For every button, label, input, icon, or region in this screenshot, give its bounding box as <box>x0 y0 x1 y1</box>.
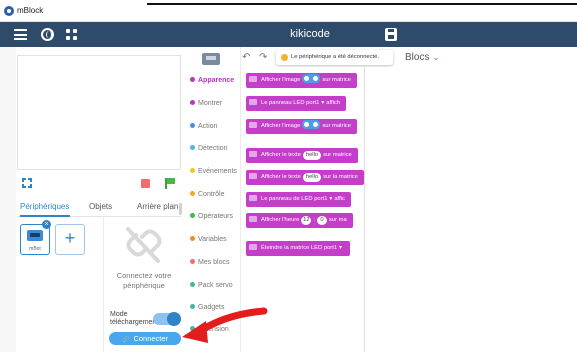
led-matrix-icon <box>249 151 257 157</box>
link-icon: 🔗 <box>121 337 130 343</box>
led-matrix-icon <box>249 122 257 128</box>
category-operateurs[interactable]: Opérateurs <box>190 213 233 220</box>
sprite-tabs: Périphériques Objets Arrière plan <box>17 199 181 217</box>
green-flag-button[interactable] <box>164 178 175 189</box>
device-robot-icon[interactable] <box>202 53 220 65</box>
app-header: kikicode <box>0 22 577 47</box>
stop-button[interactable] <box>141 179 150 188</box>
category-apparence[interactable]: Apparence <box>190 77 234 84</box>
category-dot-icon <box>190 77 195 82</box>
window-titlebar: mBlock <box>0 0 577 22</box>
category-dot-icon <box>190 145 195 150</box>
window-frame-line <box>147 3 577 5</box>
category-mes-blocs[interactable]: Mes blocs <box>190 259 230 266</box>
stage-gutter <box>0 47 16 352</box>
led-matrix-icon <box>249 244 257 250</box>
globe-icon[interactable] <box>41 28 54 41</box>
tab-peripheriques[interactable]: Périphériques <box>20 202 69 211</box>
save-icon[interactable] <box>385 28 397 41</box>
port-dropdown[interactable]: port1 ▾ <box>324 245 344 251</box>
category-dot-icon <box>190 236 195 241</box>
window-title: mBlock <box>17 6 44 15</box>
led-matrix-icon <box>249 76 257 82</box>
fullscreen-icon[interactable] <box>22 178 32 188</box>
link-broken-icon <box>126 227 162 263</box>
block-show-text[interactable]: Afficher le texte hello sur matrice <box>246 148 358 163</box>
toast-message: Le périphérique a été déconnecté. <box>291 54 379 60</box>
port-dropdown[interactable]: port1 ▾ <box>306 100 326 106</box>
script-toolbar: ↶ ↷ Le périphérique a été déconnecté. Bl… <box>241 47 577 67</box>
hour-input[interactable]: 12 <box>301 216 312 225</box>
led-face-input[interactable] <box>302 120 321 129</box>
project-title[interactable]: kikicode <box>280 28 340 40</box>
redo-icon[interactable]: ↷ <box>259 52 267 63</box>
mbot-robot-icon <box>27 230 43 241</box>
active-tab-indicator <box>20 215 70 217</box>
port-dropdown[interactable]: port1 ▾ <box>314 196 334 202</box>
text-input[interactable]: hello <box>302 151 322 160</box>
category-detection[interactable]: Détection <box>190 145 228 152</box>
scrollbar-thumb[interactable] <box>179 203 182 215</box>
connect-button-label: Connecter <box>133 334 169 343</box>
add-device-button[interactable]: + <box>55 224 85 255</box>
undo-icon[interactable]: ↶ <box>242 52 250 63</box>
block-show-image-2[interactable]: Afficher l'image sur matrice <box>246 119 358 134</box>
connect-button[interactable]: 🔗 Connecter <box>109 332 181 345</box>
category-dot-icon <box>190 123 195 128</box>
connect-device-prompt: Connectez votre périphérique <box>116 271 172 290</box>
disconnected-toast: Le périphérique a été déconnecté. <box>276 50 393 65</box>
category-dot-icon <box>190 100 195 105</box>
minute-input[interactable]: 0 <box>317 216 328 225</box>
device-name: mBot <box>29 246 41 252</box>
tab-objets[interactable]: Objets <box>89 202 112 211</box>
block-led-panel-2[interactable]: Le panneau de LED port1 ▾ affic <box>246 192 351 207</box>
category-dot-icon <box>190 168 195 173</box>
text-input[interactable]: hello <box>302 173 322 182</box>
warning-icon <box>281 54 288 61</box>
stage-canvas[interactable] <box>17 55 181 170</box>
chevron-down-icon: ⌄ <box>432 53 440 62</box>
category-dot-icon <box>190 282 195 287</box>
led-matrix-icon <box>249 216 257 222</box>
category-dot-icon <box>190 259 195 264</box>
menu-icon[interactable] <box>14 29 27 40</box>
led-matrix-icon <box>249 99 257 105</box>
red-arrow-icon <box>182 307 268 343</box>
category-pack-servo[interactable]: Pack servo <box>190 282 233 289</box>
block-show-text-2[interactable]: Afficher le texte hello sur la matrice <box>246 170 364 185</box>
led-matrix-icon <box>249 173 257 179</box>
category-evenements[interactable]: Evénements <box>190 168 237 175</box>
block-led-panel[interactable]: Le panneau LED port1 ▾ affich <box>246 96 347 111</box>
category-controle[interactable]: Contrôle <box>190 191 224 198</box>
mblock-logo-icon <box>4 6 14 16</box>
led-matrix-icon <box>249 195 257 201</box>
panel-divider <box>103 217 104 352</box>
block-turn-off-matrix[interactable]: Éteindre la matrice LED port1 ▾ <box>246 241 350 256</box>
block-show-time[interactable]: Afficher l'heure 12:0 sur ma <box>246 213 353 228</box>
category-montrer[interactable]: Montrer <box>190 100 222 107</box>
block-show-image[interactable]: Afficher l'image sur matrice <box>246 73 358 88</box>
tab-arriere-plan[interactable]: Arrière plan <box>137 202 178 211</box>
apps-grid-icon[interactable] <box>66 29 77 40</box>
upload-mode-label: Mode téléchargement <box>110 311 159 326</box>
remove-device-icon[interactable]: × <box>42 220 51 229</box>
led-face-input[interactable] <box>302 74 321 83</box>
script-canvas[interactable] <box>365 67 577 352</box>
blocks-dropdown[interactable]: Blocs ⌄ <box>405 52 439 63</box>
category-dot-icon <box>190 213 195 218</box>
category-dot-icon <box>190 191 195 196</box>
category-variables[interactable]: Variables <box>190 236 227 243</box>
category-action[interactable]: Action <box>190 123 217 130</box>
